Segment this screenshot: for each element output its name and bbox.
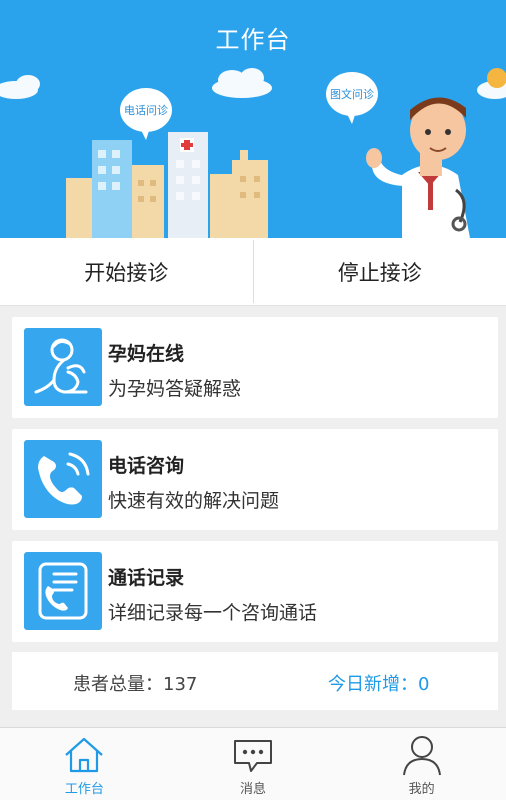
card-subtitle: 为孕妈答疑解惑: [108, 378, 242, 400]
card-pregnant-online[interactable]: 孕妈在线 为孕妈答疑解惑: [12, 317, 498, 418]
stop-consult-button[interactable]: 停止接诊: [254, 238, 506, 305]
header-banner: 工作台 电话问诊 图文问诊: [0, 0, 506, 238]
card-title: 孕妈在线: [108, 343, 185, 365]
doctor-illustration: [366, 97, 470, 238]
card-call-log[interactable]: 通话记录 详细记录每一个咨询通话: [12, 541, 498, 642]
message-icon: [234, 740, 272, 772]
start-consult-button[interactable]: 开始接诊: [0, 238, 253, 305]
nav-item-workbench[interactable]: 工作台: [0, 728, 169, 800]
card-subtitle: 快速有效的解决问题: [108, 490, 280, 512]
bottom-navigation: 工作台 消息 我的: [0, 727, 506, 800]
call-log-icon: [24, 552, 102, 630]
phone-call-icon: [24, 440, 102, 518]
nav-label: 工作台: [64, 782, 104, 797]
card-phone-consult[interactable]: 电话咨询 快速有效的解决问题: [12, 429, 498, 530]
patient-stats: 患者总量：137 今日新增：0: [12, 652, 498, 710]
user-icon: [402, 736, 441, 776]
bubble-label-phone: 电话问诊: [124, 104, 168, 117]
nav-label: 我的: [408, 782, 435, 797]
total-patients-label: 患者总量：137: [73, 674, 198, 695]
new-today-label[interactable]: 今日新增：0: [328, 670, 429, 696]
cloud-icon: [0, 68, 506, 99]
nav-label: 消息: [240, 782, 267, 797]
nav-item-mine[interactable]: 我的: [337, 728, 506, 800]
app-screen: 工作台 电话问诊 图文问诊 开始接诊 停止接诊 孕妈在线 为孕妈答疑解惑 电话咨…: [0, 0, 506, 800]
pregnant-woman-icon: [24, 328, 102, 406]
consult-toggle-row: 开始接诊 停止接诊: [0, 238, 506, 306]
card-subtitle: 详细记录每一个咨询通话: [108, 602, 318, 624]
page-title: 工作台: [215, 26, 291, 54]
card-title: 通话记录: [108, 567, 185, 589]
city-buildings: [66, 132, 268, 238]
card-title: 电话咨询: [108, 455, 185, 477]
home-icon: [65, 737, 104, 773]
bubble-label-text: 图文问诊: [330, 88, 374, 101]
nav-item-messages[interactable]: 消息: [169, 728, 338, 800]
